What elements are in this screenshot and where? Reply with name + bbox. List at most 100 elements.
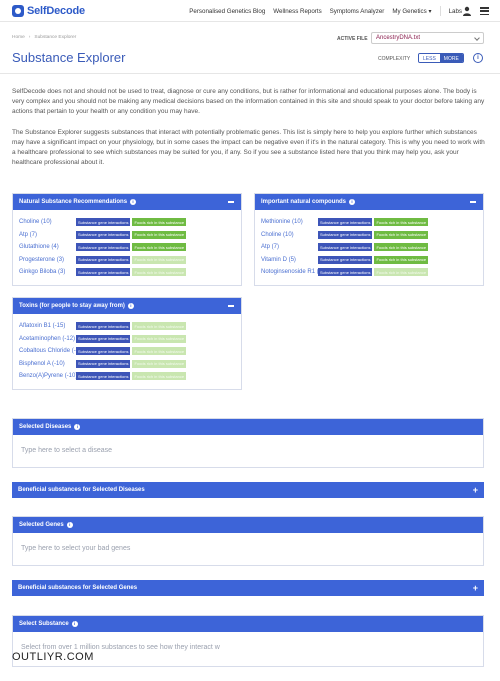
- important-compounds-header[interactable]: Important natural compounds i: [255, 194, 483, 210]
- nav-link-labs[interactable]: Labs: [449, 8, 462, 15]
- info-icon[interactable]: i: [473, 53, 483, 63]
- nav-divider: [439, 6, 441, 16]
- panel-title: Selected Diseases: [19, 424, 72, 430]
- gene-interactions-button[interactable]: Substance gene interactions: [76, 243, 131, 252]
- foods-rich-button[interactable]: Foods rich in this substance: [374, 243, 429, 252]
- substance-row: Notoginsenoside R1 (5) Substance gene int…: [261, 266, 477, 279]
- foods-rich-button: Foods rich in this substance: [132, 268, 187, 277]
- substance-link[interactable]: Benzo(A)Pyrene (-10): [19, 373, 77, 379]
- nav-link-symptoms-analyzer[interactable]: Symptoms Analyzer: [330, 8, 385, 15]
- selected-diseases-panel: Selected Diseases i Type here to select …: [12, 418, 484, 468]
- nav-link-wellness-reports[interactable]: Wellness Reports: [273, 8, 321, 15]
- substance-link[interactable]: Ginkgo Biloba (3): [19, 269, 76, 275]
- foods-rich-button[interactable]: Foods rich in this substance: [132, 218, 187, 227]
- info-icon[interactable]: i: [130, 199, 137, 205]
- nav-link-my-genetics[interactable]: My Genetics ▾: [392, 8, 431, 15]
- gene-interactions-button[interactable]: Substance gene interactions: [76, 372, 131, 381]
- expand-icon[interactable]: +: [473, 584, 478, 593]
- panel-title: Natural Substance Recommendations: [19, 199, 128, 205]
- gene-interactions-button[interactable]: Substance gene interactions: [318, 268, 373, 277]
- selected-genes-panel: Selected Genes i Type here to select you…: [12, 516, 484, 566]
- disease-search-input[interactable]: Type here to select a disease: [13, 435, 483, 466]
- gene-interactions-button[interactable]: Substance gene interactions: [76, 255, 131, 264]
- active-file-select[interactable]: AncestryDNA.txt: [371, 32, 484, 44]
- gene-interactions-button[interactable]: Substance gene interactions: [76, 347, 131, 356]
- breadcrumb: Home › Substance Explorer: [12, 35, 76, 40]
- gene-interactions-button[interactable]: Substance gene interactions: [76, 268, 131, 277]
- substance-link[interactable]: Progesterone (3): [19, 257, 76, 263]
- beneficial-diseases-panel: Beneficial substances for Selected Disea…: [12, 482, 484, 498]
- top-navbar: SelfDecode Personalised Genetics Blog We…: [0, 0, 500, 22]
- active-file-label: ACTIVE FILE: [337, 36, 368, 42]
- gene-interactions-button[interactable]: Substance gene interactions: [76, 230, 131, 239]
- substance-row: Choline (10) Substance gene interactions F…: [19, 216, 235, 229]
- foods-rich-button: Foods rich in this substance: [132, 334, 187, 343]
- info-icon[interactable]: i: [74, 424, 81, 430]
- gene-interactions-button[interactable]: Substance gene interactions: [318, 255, 373, 264]
- toxins-header[interactable]: Toxins (for people to stay away from) i: [13, 298, 241, 314]
- expand-icon[interactable]: +: [473, 486, 478, 495]
- complexity-less-button[interactable]: LESS: [419, 54, 440, 62]
- collapse-icon[interactable]: [228, 201, 234, 203]
- substance-link[interactable]: Choline (10): [261, 232, 318, 238]
- substance-link[interactable]: Bisphenol A (-10): [19, 361, 76, 367]
- substance-row: Progesterone (3) Substance gene interacti…: [19, 254, 235, 267]
- substance-link[interactable]: Atp (7): [261, 244, 318, 250]
- nav-links: Personalised Genetics Blog Wellness Repo…: [189, 0, 462, 22]
- gene-interactions-button[interactable]: Substance gene interactions: [76, 359, 131, 368]
- substance-link[interactable]: Glutathione (4): [19, 244, 76, 250]
- panel-title: Beneficial substances for Selected Disea…: [18, 487, 145, 493]
- gene-interactions-button[interactable]: Substance gene interactions: [76, 322, 131, 331]
- gene-search-input[interactable]: Type here to select your bad genes: [13, 533, 483, 564]
- foods-rich-button: Foods rich in this substance: [132, 359, 187, 368]
- substance-link[interactable]: Notoginsenoside R1 (5): [261, 269, 324, 275]
- substance-row: Methionine (10) Substance gene interactio…: [261, 216, 477, 229]
- substance-link[interactable]: Vitamin D (5): [261, 257, 318, 263]
- substance-link[interactable]: Aflatoxin B1 (-15): [19, 323, 76, 329]
- watermark: OUTLIYR.COM: [12, 651, 94, 663]
- substance-link[interactable]: Cobaltous Chloride (-10): [19, 348, 84, 354]
- gene-interactions-button[interactable]: Substance gene interactions: [318, 243, 373, 252]
- info-icon[interactable]: i: [66, 522, 73, 528]
- gene-interactions-button[interactable]: Substance gene interactions: [76, 218, 131, 227]
- substance-row: Atp (7) Substance gene interactions Foods …: [19, 229, 235, 242]
- selfdecode-logo[interactable]: SelfDecode: [12, 4, 85, 18]
- substance-link[interactable]: Acetaminophen (-12): [19, 336, 76, 342]
- substance-row: Glutathione (4) Substance gene interactio…: [19, 241, 235, 254]
- substance-link[interactable]: Methionine (10): [261, 219, 318, 225]
- panel-title: Important natural compounds: [261, 199, 347, 205]
- gene-interactions-button[interactable]: Substance gene interactions: [318, 230, 373, 239]
- beneficial-genes-panel: Beneficial substances for Selected Genes…: [12, 580, 484, 596]
- foods-rich-button[interactable]: Foods rich in this substance: [374, 218, 429, 227]
- substance-row: Bisphenol A (-10) Substance gene interact…: [19, 358, 235, 371]
- foods-rich-button[interactable]: Foods rich in this substance: [132, 230, 187, 239]
- nav-link-blog[interactable]: Personalised Genetics Blog: [189, 8, 265, 15]
- substance-row: Benzo(A)Pyrene (-10) Substance gene inter…: [19, 370, 235, 383]
- foods-rich-button[interactable]: Foods rich in this substance: [132, 243, 187, 252]
- panel-title: Toxins (for people to stay away from): [19, 303, 125, 309]
- gene-interactions-button[interactable]: Substance gene interactions: [76, 334, 131, 343]
- gene-interactions-button[interactable]: Substance gene interactions: [318, 218, 373, 227]
- panel-title: Selected Genes: [19, 522, 64, 528]
- foods-rich-button: Foods rich in this substance: [374, 268, 429, 277]
- menu-icon[interactable]: [480, 7, 489, 15]
- substance-link[interactable]: Atp (7): [19, 232, 76, 238]
- info-icon[interactable]: i: [349, 199, 356, 205]
- natural-recommendations-header[interactable]: Natural Substance Recommendations i: [13, 194, 241, 210]
- natural-recommendations-panel: Natural Substance Recommendations i Chol…: [12, 193, 242, 286]
- user-icon[interactable]: [462, 6, 472, 16]
- breadcrumb-current: Substance Explorer: [34, 35, 77, 40]
- breadcrumb-home[interactable]: Home: [12, 35, 25, 40]
- beneficial-genes-header[interactable]: Beneficial substances for Selected Genes…: [12, 580, 484, 596]
- info-icon[interactable]: i: [127, 303, 134, 309]
- collapse-icon[interactable]: [228, 305, 234, 307]
- foods-rich-button[interactable]: Foods rich in this substance: [374, 255, 429, 264]
- collapse-icon[interactable]: [470, 201, 476, 203]
- substance-row: Cobaltous Chloride (-10) Substance gene i…: [19, 345, 235, 358]
- foods-rich-button: Foods rich in this substance: [132, 347, 187, 356]
- foods-rich-button[interactable]: Foods rich in this substance: [374, 230, 429, 239]
- info-icon[interactable]: i: [71, 621, 78, 627]
- substance-link[interactable]: Choline (10): [19, 219, 76, 225]
- complexity-more-button[interactable]: MORE: [439, 54, 463, 62]
- beneficial-diseases-header[interactable]: Beneficial substances for Selected Disea…: [12, 482, 484, 498]
